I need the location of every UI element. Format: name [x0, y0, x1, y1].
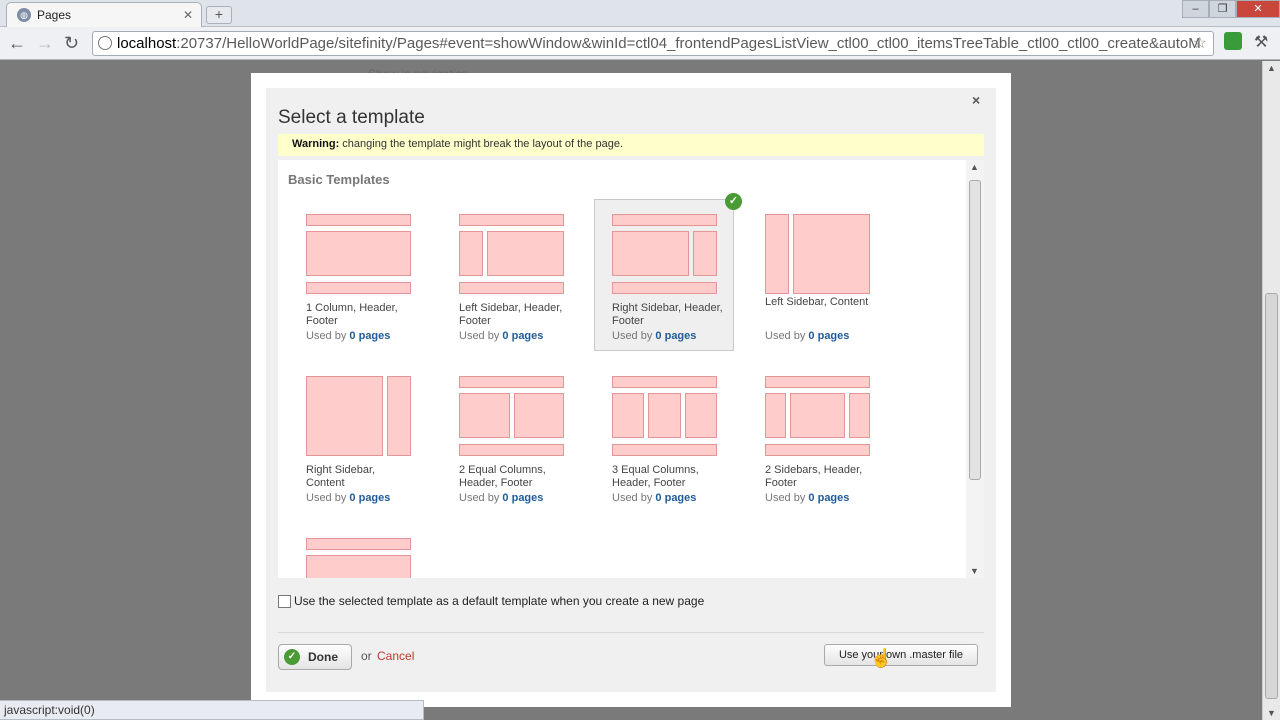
- template-1-column-header-footer[interactable]: 1 Column, Header, Footer Used by 0 pages: [294, 200, 434, 352]
- page-scrollbar[interactable]: ▲ ▼: [1262, 61, 1280, 720]
- back-arrow-icon[interactable]: ←: [8, 33, 26, 53]
- template-3-equal-columns-header-footer[interactable]: 3 Equal Columns, Header, Footer Used by …: [600, 362, 740, 514]
- tab-title: Pages: [37, 8, 72, 22]
- warning-label: Warning:: [292, 138, 340, 150]
- template-left-sidebar-content[interactable]: Left Sidebar, Content Used by 0 pages: [753, 200, 893, 352]
- template-usage: Used by 0 pages: [765, 330, 850, 342]
- templates-panel: Basic Templates 1 Column, Header, Footer…: [278, 160, 966, 578]
- template-partial[interactable]: [294, 524, 434, 578]
- template-name: Left Sidebar, Content: [765, 296, 869, 308]
- page-info-icon[interactable]: [98, 36, 112, 50]
- template-preview: [459, 214, 564, 294]
- browser-toolbar: ← → ↻ localhost:20737/HelloWorldPage/sit…: [0, 27, 1280, 60]
- window-close-icon[interactable]: ✕: [1236, 0, 1280, 18]
- template-usage: Used by 0 pages: [459, 492, 544, 504]
- section-title: Basic Templates: [288, 172, 390, 187]
- template-name: 2 Sidebars, Header, Footer: [765, 464, 863, 489]
- template-preview: [765, 214, 870, 294]
- template-name: Left Sidebar, Header, Footer: [459, 302, 563, 327]
- extension-icon[interactable]: [1224, 32, 1242, 50]
- used-pages-link[interactable]: 0 pages: [502, 330, 543, 342]
- template-preview: [306, 214, 411, 294]
- used-pages-link[interactable]: 0 pages: [655, 492, 696, 504]
- window-controls: – ❐ ✕: [1182, 0, 1280, 18]
- forward-arrow-icon[interactable]: →: [36, 33, 54, 53]
- used-pages-link[interactable]: 0 pages: [349, 492, 390, 504]
- scroll-up-icon[interactable]: ▲: [1267, 63, 1276, 73]
- warning-text: changing the template might break the la…: [339, 138, 623, 150]
- template-name: 1 Column, Header, Footer: [306, 302, 398, 327]
- template-left-sidebar-header-footer[interactable]: Left Sidebar, Header, Footer Used by 0 p…: [447, 200, 587, 352]
- reload-icon[interactable]: ↻: [64, 33, 79, 53]
- template-2-sidebars-header-footer[interactable]: 2 Sidebars, Header, Footer Used by 0 pag…: [753, 362, 893, 514]
- used-pages-link[interactable]: 0 pages: [502, 492, 543, 504]
- new-tab-button[interactable]: +: [206, 6, 232, 24]
- template-2-equal-columns-header-footer[interactable]: 2 Equal Columns, Header, Footer Used by …: [447, 362, 587, 514]
- dialog-title: Select a template: [278, 107, 425, 128]
- template-name: Right Sidebar, Header, Footer: [612, 302, 723, 327]
- close-icon[interactable]: ✕: [183, 8, 193, 22]
- done-button[interactable]: ✓ Done: [278, 644, 352, 670]
- scroll-down-icon[interactable]: ▼: [1267, 708, 1276, 718]
- used-pages-link[interactable]: 0 pages: [655, 330, 696, 342]
- template-usage: Used by 0 pages: [765, 492, 850, 504]
- done-label: Done: [308, 650, 338, 664]
- address-bar[interactable]: localhost:20737/HelloWorldPage/sitefinit…: [92, 31, 1214, 56]
- template-usage: Used by 0 pages: [612, 492, 697, 504]
- template-preview: [612, 214, 717, 294]
- check-icon: ✓: [284, 649, 300, 665]
- globe-icon: ◍: [17, 8, 31, 22]
- browser-tab[interactable]: ◍ Pages ✕: [6, 2, 202, 27]
- use-master-file-button[interactable]: Use your own .master file: [824, 644, 978, 666]
- template-name: 2 Equal Columns, Header, Footer: [459, 464, 546, 489]
- template-preview: [459, 376, 564, 456]
- dialog-close-icon[interactable]: ×: [972, 92, 980, 108]
- tab-bar: ◍ Pages ✕ + – ❐ ✕: [0, 0, 1280, 27]
- page-scrollbar-thumb[interactable]: [1265, 293, 1278, 699]
- footer-divider: [278, 632, 984, 633]
- used-pages-link[interactable]: 0 pages: [808, 330, 849, 342]
- url-path: :20737/HelloWorldPage/sitefinity/Pages#e…: [176, 35, 1201, 52]
- template-preview: [765, 376, 870, 456]
- template-preview: [306, 538, 411, 578]
- or-text: or: [361, 649, 372, 663]
- default-template-checkbox[interactable]: [278, 594, 291, 608]
- minimize-icon[interactable]: –: [1182, 0, 1209, 18]
- status-bar: javascript:void(0): [0, 700, 424, 720]
- cancel-link[interactable]: Cancel: [377, 649, 414, 663]
- templates-scrollbar-thumb[interactable]: [969, 180, 981, 480]
- scroll-down-icon[interactable]: ▼: [970, 566, 979, 576]
- wrench-icon[interactable]: ⚒: [1254, 32, 1268, 52]
- template-right-sidebar-content[interactable]: Right Sidebar, Content Used by 0 pages: [294, 362, 434, 514]
- template-name: 3 Equal Columns, Header, Footer: [612, 464, 699, 489]
- used-pages-link[interactable]: 0 pages: [808, 492, 849, 504]
- default-template-label: Use the selected template as a default t…: [294, 594, 705, 608]
- template-usage: Used by 0 pages: [459, 330, 544, 342]
- hand-cursor-icon: ☝: [870, 648, 893, 668]
- template-right-sidebar-header-footer[interactable]: Right Sidebar, Header, Footer Used by 0 …: [594, 199, 734, 351]
- used-pages-link[interactable]: 0 pages: [349, 330, 390, 342]
- warning-banner: Warning: changing the template might bre…: [278, 134, 984, 156]
- maximize-icon[interactable]: ❐: [1209, 0, 1236, 18]
- template-name: Right Sidebar, Content: [306, 464, 376, 489]
- scroll-up-icon[interactable]: ▲: [970, 162, 979, 172]
- bookmark-star-icon[interactable]: ☆: [1193, 32, 1207, 55]
- templates-scrollbar[interactable]: ▲ ▼: [966, 160, 984, 578]
- template-preview: [306, 376, 411, 456]
- template-usage: Used by 0 pages: [306, 492, 391, 504]
- template-preview: [612, 376, 717, 456]
- selected-check-icon: ✓: [725, 193, 742, 210]
- url-host: localhost: [117, 35, 177, 52]
- template-usage: Used by 0 pages: [612, 330, 697, 342]
- template-usage: Used by 0 pages: [306, 330, 391, 342]
- default-template-option[interactable]: Use the selected template as a default t…: [278, 594, 704, 608]
